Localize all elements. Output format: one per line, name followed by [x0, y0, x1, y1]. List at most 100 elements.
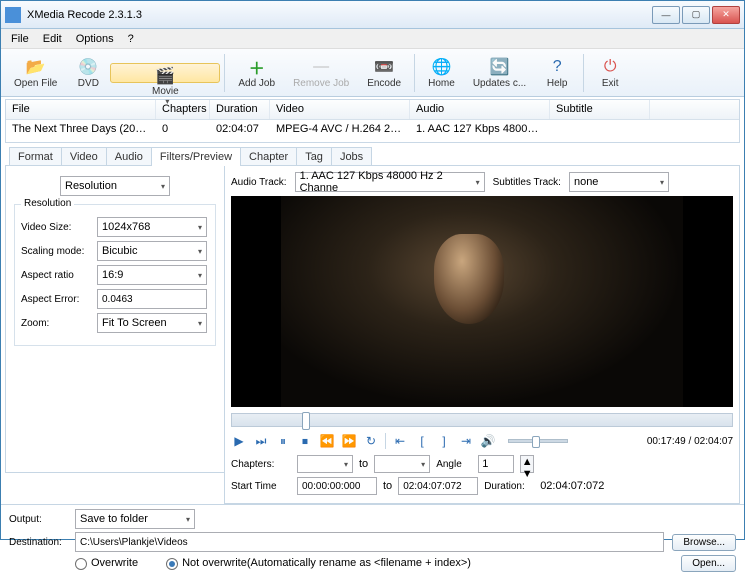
- mark-out-button[interactable]: ⇥: [458, 433, 474, 449]
- exit-icon: ⏻: [599, 56, 621, 78]
- app-icon: [5, 7, 21, 23]
- video-preview: [231, 196, 733, 407]
- encode-icon: 📼: [373, 56, 395, 78]
- browse-button[interactable]: Browse...: [672, 534, 736, 551]
- ffwd-button[interactable]: ⏩: [341, 433, 357, 449]
- stop-button[interactable]: ⏹: [297, 433, 313, 449]
- subtitles-label: Subtitles Track:: [493, 177, 561, 188]
- aspectratio-select[interactable]: 16:9: [97, 265, 207, 285]
- seek-bar[interactable]: [231, 413, 733, 427]
- videosize-label: Video Size:: [21, 222, 91, 233]
- add-job-button[interactable]: ＋Add Job: [229, 51, 284, 95]
- scalingmode-select[interactable]: Bicubic: [97, 241, 207, 261]
- bracket-right-button[interactable]: ]: [436, 433, 452, 449]
- folder-icon: 📂: [25, 56, 47, 78]
- time-display: 00:17:49 / 02:04:07: [647, 436, 733, 447]
- volume-thumb[interactable]: [532, 436, 540, 448]
- mark-in-button[interactable]: ⇤: [392, 433, 408, 449]
- toolbar-separator: [224, 54, 225, 92]
- minimize-button[interactable]: —: [652, 6, 680, 24]
- endtime-input[interactable]: [398, 477, 478, 495]
- help-button[interactable]: ?Help: [535, 51, 579, 95]
- starttime-input[interactable]: [297, 477, 377, 495]
- to-label: to: [359, 458, 368, 470]
- tab-jobs[interactable]: Jobs: [331, 147, 372, 166]
- filter-category-select[interactable]: Resolution: [60, 176, 170, 196]
- volume-icon[interactable]: 🔊: [480, 433, 496, 449]
- menu-edit[interactable]: Edit: [37, 31, 68, 47]
- audiotrack-select[interactable]: 1. AAC 127 Kbps 48000 Hz 2 Channe: [295, 172, 485, 192]
- zoom-select[interactable]: Fit To Screen: [97, 313, 207, 333]
- globe-icon: 🌐: [430, 56, 452, 78]
- scalingmode-label: Scaling mode:: [21, 246, 91, 257]
- play-button[interactable]: ▶: [231, 433, 247, 449]
- chapters-label: Chapters:: [231, 459, 291, 470]
- aspecterror-input[interactable]: [97, 289, 207, 309]
- resolution-fieldset-label: Resolution: [21, 198, 74, 209]
- destination-label: Destination:: [9, 537, 67, 548]
- chapter-to-select[interactable]: [374, 455, 430, 473]
- output-select[interactable]: Save to folder: [75, 509, 195, 529]
- loop-button[interactable]: ↻: [363, 433, 379, 449]
- output-label: Output:: [9, 514, 67, 525]
- exit-button[interactable]: ⏻Exit: [588, 51, 632, 95]
- overwrite-radio[interactable]: Overwrite: [75, 557, 138, 569]
- col-video[interactable]: Video: [270, 100, 410, 119]
- tab-tag[interactable]: Tag: [296, 147, 332, 166]
- open-button[interactable]: Open...: [681, 555, 736, 572]
- remove-job-button[interactable]: —Remove Job: [284, 51, 358, 95]
- movie-icon: 🎬: [154, 66, 176, 86]
- next-button[interactable]: ⏭: [253, 433, 269, 449]
- chapter-from-select[interactable]: [297, 455, 353, 473]
- angle-input[interactable]: 1: [478, 455, 514, 473]
- menu-help[interactable]: ?: [122, 31, 140, 47]
- home-button[interactable]: 🌐Home: [419, 51, 464, 95]
- table-row[interactable]: The Next Three Days (2010) MV4 NL ... 0 …: [6, 120, 739, 140]
- duration-label: Duration:: [484, 481, 534, 492]
- col-subtitle[interactable]: Subtitle: [550, 100, 650, 119]
- menu-options[interactable]: Options: [70, 31, 120, 47]
- tab-audio[interactable]: Audio: [106, 147, 152, 166]
- bracket-left-button[interactable]: [: [414, 433, 430, 449]
- pause-button[interactable]: ⏸: [275, 433, 291, 449]
- zoom-label: Zoom:: [21, 318, 91, 329]
- subtitles-select[interactable]: none: [569, 172, 669, 192]
- movie-button[interactable]: 🎬Movie: [110, 63, 220, 83]
- tab-chapter[interactable]: Chapter: [240, 147, 297, 166]
- dvd-button[interactable]: 💿DVD: [66, 51, 110, 95]
- tab-filters-preview[interactable]: Filters/Preview: [151, 147, 241, 166]
- open-file-button[interactable]: 📂Open File: [5, 51, 66, 95]
- help-icon: ?: [546, 56, 568, 78]
- destination-input[interactable]: [75, 532, 664, 552]
- aspecterror-label: Aspect Error:: [21, 294, 91, 305]
- tab-format[interactable]: Format: [9, 147, 62, 166]
- menu-file[interactable]: File: [5, 31, 35, 47]
- control-separator: [385, 433, 386, 449]
- close-button[interactable]: ✕: [712, 6, 740, 24]
- file-list[interactable]: File Chapters Duration Video Audio Subti…: [5, 99, 740, 143]
- aspectratio-label: Aspect ratio: [21, 270, 91, 281]
- toolbar-separator: [583, 54, 584, 92]
- refresh-icon: 🔄: [488, 56, 510, 78]
- volume-slider[interactable]: [508, 439, 568, 443]
- starttime-label: Start Time: [231, 481, 291, 492]
- col-file[interactable]: File: [6, 100, 156, 119]
- rewind-button[interactable]: ⏪: [319, 433, 335, 449]
- col-audio[interactable]: Audio: [410, 100, 550, 119]
- angle-spinner[interactable]: ▲▼: [520, 455, 534, 473]
- audiotrack-label: Audio Track:: [231, 177, 287, 188]
- not-overwrite-radio[interactable]: Not overwrite(Automatically rename as <f…: [166, 557, 471, 569]
- col-chapters[interactable]: Chapters: [156, 100, 210, 119]
- minus-icon: —: [310, 56, 332, 78]
- col-duration[interactable]: Duration: [210, 100, 270, 119]
- seek-thumb[interactable]: [302, 412, 310, 430]
- updates-button[interactable]: 🔄Updates c...: [464, 51, 535, 95]
- toolbar-separator: [414, 54, 415, 92]
- videosize-select[interactable]: 1024x768: [97, 217, 207, 237]
- to-label-2: to: [383, 480, 392, 492]
- maximize-button[interactable]: ▢: [682, 6, 710, 24]
- plus-icon: ＋: [246, 56, 268, 78]
- duration-value: 02:04:07:072: [540, 480, 604, 492]
- encode-button[interactable]: 📼Encode: [358, 51, 410, 95]
- tab-video[interactable]: Video: [61, 147, 107, 166]
